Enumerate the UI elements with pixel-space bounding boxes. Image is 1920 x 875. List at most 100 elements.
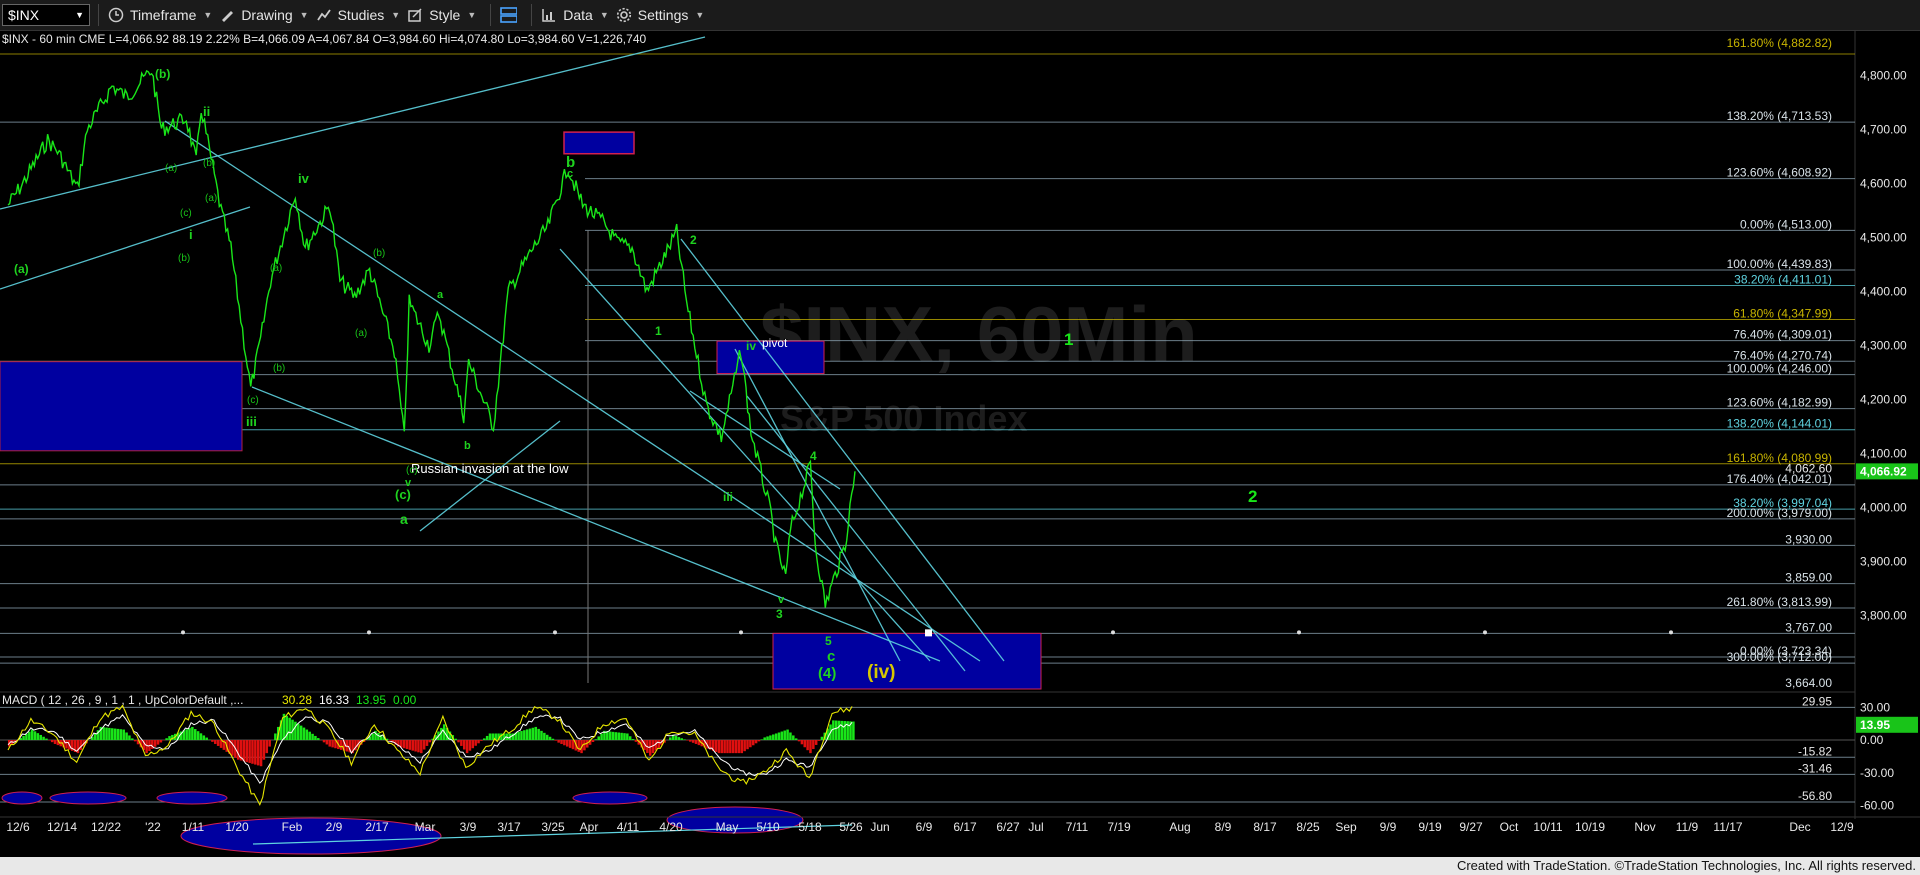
x-tick-label: 11/17: [1713, 820, 1742, 834]
macd-tick-label: 30.00: [1860, 700, 1890, 714]
x-tick-label: 3/9: [460, 820, 477, 834]
toolbar-divider: [490, 4, 492, 26]
annotation-text: Russian invasion at the low: [411, 461, 569, 476]
macd-legend-macd: 30.28: [282, 693, 312, 707]
y-tick-label: 4,500.00: [1860, 230, 1907, 244]
macd-histogram-bar: [165, 738, 168, 741]
macd-histogram-bar: [262, 740, 266, 760]
x-tick-label: 5/10: [756, 820, 780, 834]
macd-histogram-bar: [751, 740, 755, 746]
time-marker-dot: [553, 630, 557, 635]
symbol-selector[interactable]: $INX ▼: [2, 4, 90, 26]
macd-histogram-bar: [33, 731, 37, 741]
macd-histogram-bar: [199, 733, 203, 741]
macd-histogram-bar: [462, 740, 466, 750]
y-tick-label: 3,900.00: [1860, 555, 1907, 569]
y-tick-label: 4,600.00: [1860, 176, 1907, 190]
macd-level-label: -15.82: [1798, 744, 1832, 758]
sub-wave-label: (c): [406, 465, 418, 476]
macd-histogram-bar: [248, 740, 251, 763]
drawing-button[interactable]: Drawing ▼: [218, 6, 309, 24]
chevron-down-icon: ▼: [299, 10, 309, 20]
big-wave-label-1: 1: [1064, 330, 1073, 349]
x-tick-label: Dec: [1789, 820, 1810, 834]
macd-histogram-bar: [39, 734, 42, 741]
macd-histogram-bar: [460, 740, 463, 746]
style-button[interactable]: Style ▼: [406, 6, 476, 24]
x-tick-label: 12/6: [6, 820, 30, 834]
layout-button[interactable]: [499, 6, 518, 24]
macd-histogram-bar: [769, 735, 772, 741]
x-tick-label: 11/9: [1676, 820, 1699, 834]
macd-histogram-bar: [820, 736, 824, 741]
macd-histogram-bar: [786, 729, 789, 741]
macd-divergence-ellipse: [180, 817, 442, 855]
macd-divergence-ellipse: [49, 791, 127, 805]
y-tick-label: 4,300.00: [1860, 338, 1907, 352]
chevron-down-icon: ▼: [391, 10, 401, 20]
macd-histogram-bar: [188, 728, 191, 741]
x-tick-label: 2/9: [326, 820, 343, 834]
macd-histogram-bar: [468, 740, 472, 751]
macd-histogram-bar: [159, 740, 163, 743]
macd-histogram-bar: [122, 729, 125, 741]
macd-histogram-bar: [714, 740, 718, 752]
macd-histogram-bar: [760, 739, 764, 741]
macd-histogram-bar: [520, 731, 523, 741]
macd-histogram-bar: [545, 734, 549, 741]
macd-histogram-bar: [268, 740, 271, 747]
symbol-value: $INX: [8, 7, 40, 23]
fib-level-label: 38.20% (4,411.01): [1734, 273, 1832, 287]
fib-level-label: 200.00% (3,979.00): [1727, 506, 1832, 520]
chart-canvas[interactable]: $INX - 60 min CME L=4,066.92 88.19 2.22%…: [0, 31, 1920, 857]
macd-histogram-bar: [133, 740, 137, 742]
studies-button[interactable]: Studies ▼: [315, 6, 401, 24]
timeframe-button[interactable]: Timeframe ▼: [107, 6, 212, 24]
fib-level-label: 100.00% (4,246.00): [1727, 362, 1832, 376]
x-tick-label: 1/11: [182, 820, 205, 834]
macd-histogram-bar: [548, 736, 552, 741]
macd-histogram-bar: [22, 735, 25, 741]
chart-area[interactable]: $INX - 60 min CME L=4,066.92 88.19 2.22%…: [0, 31, 1920, 857]
macd-histogram-bar: [729, 740, 732, 754]
wave-label: 5: [825, 634, 832, 648]
macd-histogram-bar: [540, 730, 543, 741]
time-marker-dot: [181, 630, 185, 635]
macd-line: [7, 704, 853, 807]
macd-histogram-bar: [314, 735, 317, 741]
macd-histogram-bar: [288, 717, 291, 741]
macd-histogram-bar: [628, 736, 632, 741]
macd-histogram-bar: [743, 740, 746, 752]
macd-histogram-bar: [457, 740, 460, 743]
macd-histogram-bar: [236, 740, 240, 760]
x-tick-label: 3/17: [497, 820, 521, 834]
time-marker-dot: [1111, 630, 1115, 635]
macd-histogram-bar: [36, 733, 40, 741]
fib-level-label: 100.00% (4,439.83): [1727, 257, 1832, 271]
data-button[interactable]: Data ▼: [540, 6, 609, 24]
macd-histogram-bar: [583, 740, 586, 751]
data-icon: [540, 6, 558, 24]
macd-histogram-bar: [411, 740, 414, 751]
macd-histogram-bar: [840, 720, 844, 741]
x-tick-label: May: [716, 820, 739, 834]
x-tick-label: 5/26: [839, 820, 863, 834]
macd-histogram-bar: [297, 723, 300, 741]
macd-histogram-bar: [483, 738, 486, 741]
wave-label: (4): [818, 665, 836, 682]
macd-histogram-bar: [757, 740, 761, 742]
macd-histogram-bar: [294, 721, 297, 741]
watermark-title: $INX, 60Min: [760, 290, 1198, 378]
settings-button[interactable]: Settings ▼: [615, 6, 704, 24]
macd-histogram-bar: [414, 740, 417, 752]
prev-price-label: 4,062.60: [1785, 462, 1832, 476]
macd-histogram-bar: [128, 735, 131, 741]
macd-histogram-bar: [689, 740, 692, 742]
watermark-subtitle: S&P 500 Index: [780, 398, 1027, 439]
trendline: [0, 206, 251, 290]
fib-level-label: 3,767.00: [1785, 620, 1832, 634]
sub-wave-label: (b): [373, 248, 385, 259]
macd-histogram-bar: [577, 740, 580, 752]
timeframe-label: Timeframe: [130, 7, 197, 23]
macd-histogram-bar: [557, 740, 560, 743]
